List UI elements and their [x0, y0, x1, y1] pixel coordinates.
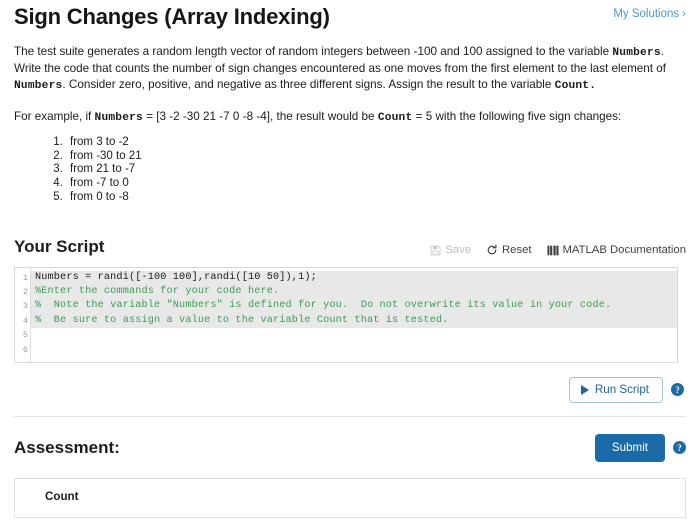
assessment-section-header: Assessment: Submit ? — [14, 433, 686, 462]
code-line[interactable]: % Note the variable "Numbers" is defined… — [31, 299, 677, 314]
code-line[interactable] — [31, 343, 677, 357]
assessment-row-label: Count — [45, 489, 79, 503]
code-line[interactable]: %Enter the commands for your code here. — [31, 284, 677, 300]
run-script-row: Run Script ? — [14, 376, 686, 403]
run-script-label: Run Script — [594, 382, 649, 396]
desc-p2-var-numbers: Numbers — [94, 111, 143, 124]
matlab-documentation-link[interactable]: MATLAB Documentation — [546, 244, 686, 257]
page-header: Sign Changes (Array Indexing) My Solutio… — [14, 0, 686, 30]
assessment-title: Assessment: — [14, 437, 120, 457]
refresh-icon — [486, 244, 498, 256]
submit-button[interactable]: Submit — [594, 433, 665, 462]
list-item: from -30 to 21 — [66, 150, 686, 163]
script-section-title: Your Script — [14, 236, 105, 256]
desc-p1-var-count: Count. — [554, 80, 597, 93]
my-solutions-link[interactable]: My Solutions › — [613, 4, 686, 20]
sign-changes-list: from 3 to -2 from -30 to 21 from 21 to -… — [14, 136, 686, 204]
script-section-header: Your Script Save Reset MATLAB Documentat… — [14, 237, 686, 257]
run-script-button[interactable]: Run Script — [568, 376, 663, 403]
desc-p2-text-3: = 5 with the following five sign changes… — [412, 109, 622, 123]
line-number: 4 — [22, 315, 28, 326]
code-line[interactable]: % Be sure to assign a value to the varia… — [31, 313, 677, 329]
problem-page: Sign Changes (Array Indexing) My Solutio… — [0, 0, 700, 518]
desc-p1-var-numbers-2: Numbers — [14, 80, 63, 93]
problem-description-paragraph-2: For example, if Numbers = [3 -2 -30 21 -… — [14, 109, 686, 126]
desc-p2-var-count: Count — [377, 111, 413, 124]
assessment-results-panel: Count — [14, 477, 686, 518]
help-icon[interactable]: ? — [671, 383, 684, 397]
code-editor[interactable]: 1 2 3 4 5 6 Numbers = randi([-100 100],r… — [14, 266, 678, 363]
editor-toolbar: Save Reset MATLAB Documentation — [430, 237, 686, 256]
code-line[interactable]: Numbers = randi([-100 100],randi([10 50]… — [31, 270, 677, 285]
list-item: from -7 to 0 — [66, 177, 686, 190]
section-divider — [14, 415, 686, 417]
assessment-actions: Submit ? — [594, 433, 686, 462]
line-number: 3 — [22, 301, 28, 312]
list-item: from 3 to -2 — [66, 136, 686, 149]
code-line[interactable] — [31, 328, 677, 342]
reset-button[interactable]: Reset — [486, 244, 532, 256]
editor-line-number-gutter: 1 2 3 4 5 6 — [15, 267, 31, 362]
save-label: Save — [445, 244, 471, 257]
save-button[interactable]: Save — [430, 244, 471, 256]
list-item: from 21 to -7 — [66, 163, 686, 176]
my-solutions-label: My Solutions — [613, 8, 680, 20]
chevron-right-icon: › — [682, 8, 686, 20]
desc-p1-text-1: The test suite generates a random length… — [14, 45, 613, 58]
matlab-documentation-label: MATLAB Documentation — [562, 244, 686, 257]
line-number: 5 — [22, 330, 28, 341]
line-number: 6 — [22, 344, 28, 355]
editor-code-area[interactable]: Numbers = randi([-100 100],randi([10 50]… — [31, 268, 677, 362]
desc-p2-text-1: For example, if — [14, 109, 95, 123]
problem-description-paragraph-1: The test suite generates a random length… — [14, 44, 686, 95]
floppy-disk-icon — [430, 245, 441, 256]
desc-p1-var-numbers-1: Numbers — [612, 47, 661, 59]
play-icon — [580, 384, 589, 395]
page-title: Sign Changes (Array Indexing) — [14, 4, 330, 29]
book-icon — [546, 245, 559, 256]
list-item: from 0 to -8 — [66, 191, 686, 204]
desc-p2-text-2: = [3 -2 -30 21 -7 0 -8 -4], the result w… — [142, 109, 378, 123]
reset-label: Reset — [502, 244, 532, 257]
line-number: 2 — [22, 286, 28, 297]
help-icon[interactable]: ? — [673, 441, 686, 455]
line-number: 1 — [22, 272, 28, 283]
desc-p1-text-3: . Consider zero, positive, and negative … — [62, 78, 555, 92]
